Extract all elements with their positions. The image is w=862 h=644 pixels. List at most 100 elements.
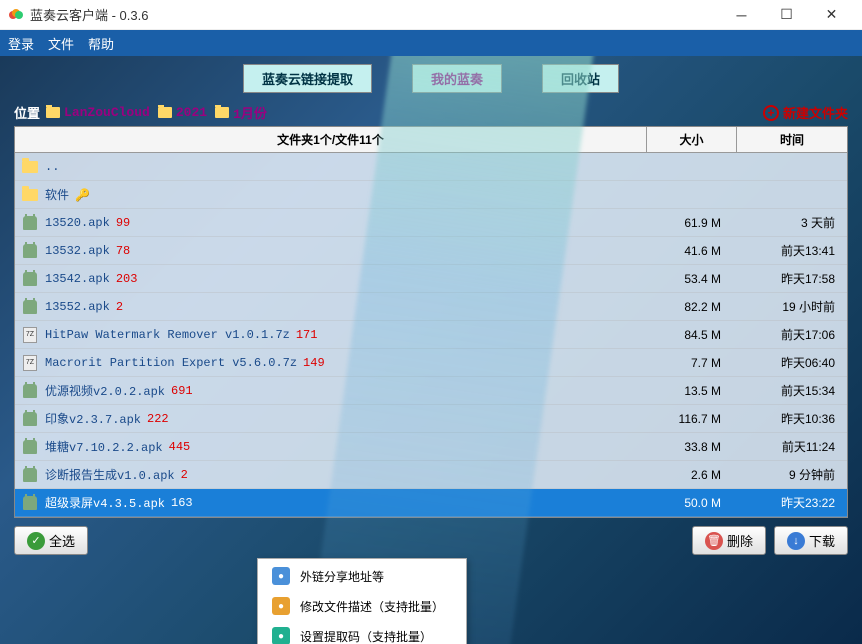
content-area: 蓝奏云链接提取 我的蓝奏 回收站 位置 LanZouCloud20211月份 +… bbox=[0, 56, 862, 644]
table-row[interactable]: 堆糖v7.10.2.2.apk44533.8 M前天11:24 bbox=[15, 433, 847, 461]
new-folder-button[interactable]: + 新建文件夹 bbox=[763, 103, 848, 122]
context-menu-item[interactable]: ● 设置提取码（支持批量） bbox=[258, 621, 466, 644]
context-menu: ●外链分享地址等●修改文件描述（支持批量）●设置提取码（支持批量）●移动（支持批… bbox=[257, 558, 467, 644]
tab-recycle[interactable]: 回收站 bbox=[542, 64, 619, 93]
file-name: 堆糖v7.10.2.2.apk bbox=[45, 438, 163, 455]
bottom-toolbar: ✓ 全选 🗑 删除 ↓ 下载 bbox=[14, 526, 848, 555]
file-size: 2.6 M bbox=[641, 468, 731, 482]
table-row[interactable]: 7Z Macrorit Partition Expert v5.6.0.7z149… bbox=[15, 349, 847, 377]
minimize-button[interactable]: ─ bbox=[719, 1, 764, 29]
col-time[interactable]: 时间 bbox=[737, 127, 847, 152]
breadcrumb-item[interactable]: 2021 bbox=[176, 105, 207, 120]
folder-icon bbox=[158, 107, 172, 118]
col-name[interactable]: 文件夹1个/文件11个 bbox=[15, 127, 647, 152]
download-count: 203 bbox=[116, 272, 138, 286]
tab-extract[interactable]: 蓝奏云链接提取 bbox=[243, 64, 372, 93]
file-name: 13532.apk bbox=[45, 244, 110, 258]
file-size: 50.0 M bbox=[641, 496, 731, 510]
file-name: 超级录屏v4.3.5.apk bbox=[45, 494, 165, 511]
file-name-wrap: Macrorit Partition Expert v5.6.0.7z149 bbox=[45, 356, 641, 370]
table-row[interactable]: 软件🔑 bbox=[15, 181, 847, 209]
file-name: 13542.apk bbox=[45, 272, 110, 286]
file-name: 软件 bbox=[45, 186, 69, 203]
table-row[interactable]: 印象v2.3.7.apk222116.7 M昨天10:36 bbox=[15, 405, 847, 433]
table-row[interactable]: 7ZHitPaw Watermark Remover v1.0.1.7z1718… bbox=[15, 321, 847, 349]
file-size: 33.8 M bbox=[641, 440, 731, 454]
android-icon bbox=[21, 466, 39, 484]
app-logo-icon bbox=[8, 7, 24, 23]
table-row[interactable]: 超级录屏v4.3.5.apk 163 50.0 M昨天23:22 bbox=[15, 489, 847, 517]
check-icon: ✓ bbox=[27, 532, 45, 550]
file-time: 前天15:34 bbox=[731, 382, 841, 399]
breadcrumb-item[interactable]: 1月份 bbox=[233, 103, 267, 122]
menu-file[interactable]: 文件 bbox=[48, 34, 74, 53]
col-size[interactable]: 大小 bbox=[647, 127, 737, 152]
file-size: 84.5 M bbox=[641, 328, 731, 342]
file-name: 印象v2.3.7.apk bbox=[45, 410, 141, 427]
delete-label: 删除 bbox=[727, 531, 753, 550]
download-count: 163 bbox=[171, 496, 193, 510]
table-row[interactable]: 13520.apk9961.9 M3 天前 bbox=[15, 209, 847, 237]
file-name: HitPaw Watermark Remover v1.0.1.7z bbox=[45, 328, 290, 342]
download-count: 78 bbox=[116, 244, 130, 258]
menu-item-icon: ● bbox=[272, 627, 290, 644]
file-name-wrap: 软件🔑 bbox=[45, 186, 641, 203]
file-time: 昨天23:22 bbox=[731, 494, 841, 511]
menubar: 登录 文件 帮助 bbox=[0, 30, 862, 56]
file-name: 13520.apk bbox=[45, 216, 110, 230]
android-icon bbox=[21, 494, 39, 512]
file-name: .. bbox=[45, 160, 59, 174]
table-row[interactable]: 13542.apk20353.4 M昨天17:58 bbox=[15, 265, 847, 293]
breadcrumb: LanZouCloud 2021 1月份 bbox=[46, 103, 273, 122]
file-time: 前天11:24 bbox=[731, 438, 841, 455]
context-menu-item[interactable]: ●外链分享地址等 bbox=[258, 561, 466, 591]
download-button[interactable]: ↓ 下载 bbox=[774, 526, 848, 555]
file-name-wrap: 超级录屏v4.3.5.apk 163 bbox=[45, 494, 641, 511]
folder-icon bbox=[21, 158, 39, 176]
menu-item-icon: ● bbox=[272, 597, 290, 615]
file-size: 82.2 M bbox=[641, 300, 731, 314]
select-all-label: 全选 bbox=[49, 531, 75, 550]
file-size: 53.4 M bbox=[641, 272, 731, 286]
file-name-wrap: 堆糖v7.10.2.2.apk445 bbox=[45, 438, 641, 455]
folder-icon bbox=[215, 107, 229, 118]
select-all-button[interactable]: ✓ 全选 bbox=[14, 526, 88, 555]
file-name-wrap: 优源视频v2.0.2.apk691 bbox=[45, 382, 641, 399]
file-table: 文件夹1个/文件11个 大小 时间 .. 软件🔑 13520.apk9961.9 M… bbox=[14, 126, 848, 518]
menu-help[interactable]: 帮助 bbox=[88, 34, 114, 53]
table-row[interactable]: 诊断报告生成v1.0.apk22.6 M9 分钟前 bbox=[15, 461, 847, 489]
download-count: 691 bbox=[171, 384, 193, 398]
table-row[interactable]: 优源视频v2.0.2.apk69113.5 M前天15:34 bbox=[15, 377, 847, 405]
table-row[interactable]: .. bbox=[15, 153, 847, 181]
tab-mine[interactable]: 我的蓝奏 bbox=[412, 64, 502, 93]
plus-icon: + bbox=[763, 105, 779, 121]
menu-item-label: 修改文件描述（支持批量） bbox=[300, 598, 444, 615]
file-name-wrap: 13552.apk2 bbox=[45, 300, 641, 314]
context-menu-item[interactable]: ● 修改文件描述（支持批量） bbox=[258, 591, 466, 621]
file-size: 116.7 M bbox=[641, 412, 731, 426]
file-name-wrap: 诊断报告生成v1.0.apk 2 bbox=[45, 466, 641, 483]
file-name: 诊断报告生成v1.0.apk bbox=[45, 466, 175, 483]
menu-item-label: 设置提取码（支持批量） bbox=[300, 628, 432, 644]
menu-item-icon: ● bbox=[272, 567, 290, 585]
file-time: 昨天10:36 bbox=[731, 410, 841, 427]
file-time: 19 小时前 bbox=[731, 298, 841, 315]
table-header: 文件夹1个/文件11个 大小 时间 bbox=[15, 127, 847, 153]
delete-button[interactable]: 🗑 删除 bbox=[692, 526, 766, 555]
table-row[interactable]: 13532.apk7841.6 M前天13:41 bbox=[15, 237, 847, 265]
file-size: 61.9 M bbox=[641, 216, 731, 230]
file-name-wrap: .. bbox=[45, 160, 641, 174]
download-count: 2 bbox=[181, 468, 188, 482]
menu-login[interactable]: 登录 bbox=[8, 34, 34, 53]
table-row[interactable]: 13552.apk282.2 M19 小时前 bbox=[15, 293, 847, 321]
close-button[interactable]: ✕ bbox=[809, 1, 854, 29]
file-size: 13.5 M bbox=[641, 384, 731, 398]
archive-icon: 7Z bbox=[21, 354, 39, 372]
file-time: 昨天06:40 bbox=[731, 354, 841, 371]
maximize-button[interactable]: ☐ bbox=[764, 1, 809, 29]
file-size: 7.7 M bbox=[641, 356, 731, 370]
breadcrumb-item[interactable]: LanZouCloud bbox=[64, 105, 150, 120]
window-title: 蓝奏云客户端 - 0.3.6 bbox=[30, 5, 719, 24]
file-size: 41.6 M bbox=[641, 244, 731, 258]
file-name: Macrorit Partition Expert v5.6.0.7z bbox=[45, 356, 297, 370]
